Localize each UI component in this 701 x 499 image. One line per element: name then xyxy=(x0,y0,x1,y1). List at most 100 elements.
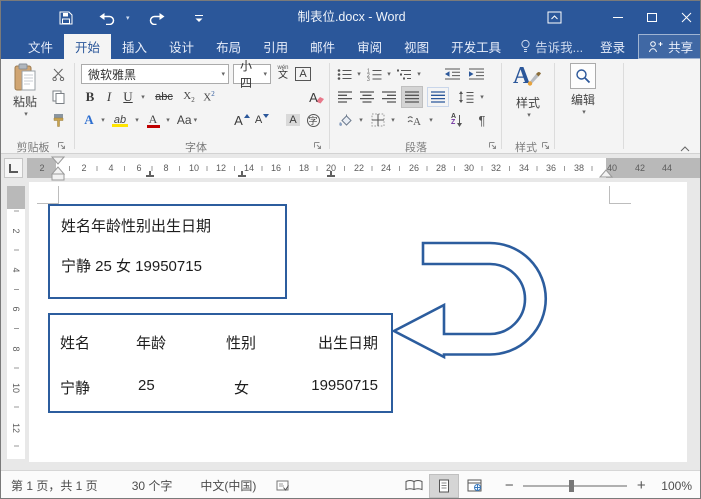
align-left-button[interactable] xyxy=(335,87,355,107)
bullet-list-button[interactable] xyxy=(335,64,353,84)
numbered-list-button[interactable]: 123 xyxy=(365,64,383,84)
cut-button[interactable] xyxy=(47,64,69,84)
copy-button[interactable] xyxy=(47,87,69,107)
hanging-indent-marker[interactable] xyxy=(51,166,65,175)
font-size-combobox[interactable]: 小四 ▾ xyxy=(233,59,271,90)
justify-button[interactable] xyxy=(401,86,423,108)
right-indent-marker[interactable] xyxy=(599,169,613,178)
shrink-font-button[interactable]: A xyxy=(253,110,271,130)
u-turn-arrow-shape[interactable] xyxy=(386,226,556,371)
tab-insert[interactable]: 插入 xyxy=(111,34,158,59)
underline-dropdown[interactable]: ▾ xyxy=(137,87,147,107)
phonetic-guide-button[interactable]: wén 文 xyxy=(274,63,292,83)
zoom-level[interactable]: 100% xyxy=(655,479,700,493)
show-marks-button[interactable]: ¶ xyxy=(473,110,491,130)
multilevel-list-dropdown[interactable]: ▾ xyxy=(413,64,423,84)
asian-layout-button[interactable]: A xyxy=(405,110,425,130)
proofing-button[interactable] xyxy=(266,479,299,492)
read-mode-button[interactable] xyxy=(399,474,429,498)
zoom-slider[interactable] xyxy=(523,479,628,492)
print-layout-button[interactable] xyxy=(429,473,460,498)
bold-button[interactable]: B xyxy=(81,87,99,107)
font-color-dropdown[interactable]: ▾ xyxy=(162,110,172,130)
font-dialog-launcher[interactable] xyxy=(313,141,322,150)
left-indent-marker[interactable] xyxy=(51,173,65,181)
tab-layout[interactable]: 布局 xyxy=(205,34,252,59)
minimize-icon xyxy=(613,17,623,18)
language-indicator[interactable]: 中文(中国) xyxy=(190,477,266,494)
tab-references[interactable]: 引用 xyxy=(252,34,299,59)
tab-stop-marker[interactable] xyxy=(146,171,154,177)
text-box-after[interactable]: 姓名 年龄 性别 出生日期 宁静 25 女 19950715 xyxy=(48,313,393,413)
italic-button[interactable]: I xyxy=(102,87,116,107)
zoom-in-button[interactable]: + xyxy=(635,477,647,494)
clear-formatting-button[interactable]: A xyxy=(305,87,329,107)
tab-view[interactable]: 视图 xyxy=(393,34,440,59)
editing-button[interactable]: 编辑 ▾ xyxy=(561,63,605,116)
character-border-button[interactable]: A xyxy=(294,64,312,84)
decrease-indent-button[interactable] xyxy=(443,64,463,84)
page-indicator[interactable]: 第 1 页，共 1 页 xyxy=(1,477,108,494)
horizontal-ruler[interactable]: 2 2 4 6 8 10 12 14 16 18 20 22 24 26 28 … xyxy=(27,158,700,178)
line-spacing-button[interactable] xyxy=(456,87,476,107)
align-center-button[interactable] xyxy=(357,87,377,107)
subscript-button[interactable]: X2 xyxy=(179,87,199,107)
tab-developer[interactable]: 开发工具 xyxy=(440,34,512,59)
clipboard-dialog-launcher[interactable] xyxy=(57,141,66,150)
first-line-indent-marker[interactable] xyxy=(51,156,65,165)
tab-stop-marker[interactable] xyxy=(238,171,246,177)
tab-review[interactable]: 审阅 xyxy=(346,34,393,59)
shading-button[interactable] xyxy=(335,110,355,130)
tab-file[interactable]: 文件 xyxy=(17,34,64,59)
share-button[interactable]: 共享 xyxy=(638,34,700,59)
text-box-before[interactable]: 姓名年龄性别出生日期 宁静 25 女 19950715 xyxy=(48,204,287,299)
tell-me-button[interactable]: 告诉我... xyxy=(512,37,591,56)
multilevel-list-button[interactable] xyxy=(395,64,413,84)
distribute-button[interactable] xyxy=(427,87,449,107)
numbered-list-dropdown[interactable]: ▾ xyxy=(383,64,393,84)
character-shading-button[interactable]: A xyxy=(284,110,302,130)
highlight-button[interactable]: ab xyxy=(110,110,130,130)
enclose-characters-button[interactable]: 字 xyxy=(304,110,322,130)
change-case-button[interactable]: Aa ▾ xyxy=(177,110,197,130)
sort-button[interactable]: AZ xyxy=(447,110,467,130)
vertical-ruler[interactable]: 2 4 6 8 10 12 xyxy=(7,186,25,459)
styles-button[interactable]: A 样式 ▾ xyxy=(507,62,549,119)
shading-dropdown[interactable]: ▾ xyxy=(355,110,365,130)
minimize-button[interactable] xyxy=(601,1,635,34)
document-page[interactable]: 姓名年龄性别出生日期 宁静 25 女 19950715 姓名 年龄 性别 出生日… xyxy=(29,182,687,462)
indent-markers[interactable] xyxy=(51,156,65,182)
borders-dropdown[interactable]: ▾ xyxy=(387,110,397,130)
zoom-out-button[interactable]: − xyxy=(503,477,515,494)
format-painter-button[interactable] xyxy=(47,110,69,130)
text-effects-button[interactable]: A xyxy=(81,110,97,130)
highlight-dropdown[interactable]: ▾ xyxy=(131,110,141,130)
bullet-list-dropdown[interactable]: ▾ xyxy=(353,64,363,84)
paste-button[interactable]: 粘贴 ▾ xyxy=(7,63,43,118)
text-effects-dropdown[interactable]: ▾ xyxy=(97,110,107,130)
asian-layout-dropdown[interactable]: ▾ xyxy=(425,110,435,130)
superscript-button[interactable]: X2 xyxy=(199,87,219,107)
strikethrough-button[interactable]: abc xyxy=(151,87,177,107)
tab-design[interactable]: 设计 xyxy=(158,34,205,59)
line-spacing-dropdown[interactable]: ▾ xyxy=(476,87,486,107)
tab-selector[interactable] xyxy=(4,158,23,178)
close-button[interactable] xyxy=(669,1,700,34)
font-color-button[interactable]: A xyxy=(145,110,161,130)
underline-button[interactable]: U xyxy=(120,87,136,107)
align-right-button[interactable] xyxy=(379,87,399,107)
word-count[interactable]: 30 个字 xyxy=(122,477,183,494)
web-layout-button[interactable] xyxy=(459,474,489,498)
increase-indent-button[interactable] xyxy=(467,64,487,84)
maximize-button[interactable] xyxy=(635,1,669,34)
font-name-combobox[interactable]: 微软雅黑 ▾ xyxy=(81,64,229,84)
zoom-slider-thumb[interactable] xyxy=(569,479,575,492)
tab-stop-marker[interactable] xyxy=(327,171,335,177)
grow-font-button[interactable]: A xyxy=(233,110,251,130)
tab-mailings[interactable]: 邮件 xyxy=(299,34,346,59)
styles-dialog-launcher[interactable] xyxy=(541,141,550,150)
sign-in-button[interactable]: 登录 xyxy=(591,37,634,56)
borders-button[interactable] xyxy=(369,110,387,130)
ribbon-display-options-button[interactable] xyxy=(537,1,571,34)
tab-home[interactable]: 开始 xyxy=(64,34,112,59)
